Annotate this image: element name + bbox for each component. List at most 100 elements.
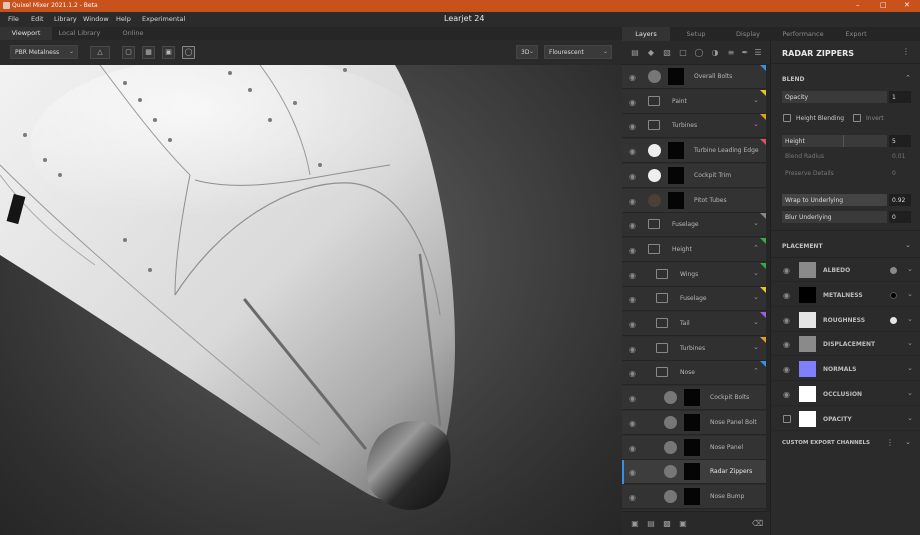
chevron-down-icon[interactable]: ⌄ [907,414,913,422]
add-layer-icon[interactable]: ▤ [630,48,640,58]
visibility-eye-icon[interactable]: ◉ [629,73,636,82]
menu-file[interactable]: File [8,15,19,23]
visibility-eye-icon[interactable]: ◉ [629,444,636,453]
mask-thumbnail[interactable] [668,166,684,184]
visibility-eye-icon[interactable]: ◉ [629,122,636,131]
layer-row[interactable]: ◉ Radar Zippers [622,460,766,485]
tab-setup[interactable]: Setup [670,27,722,41]
opacity-value[interactable]: 1 [889,91,911,103]
layer-row[interactable]: ◉ Nose Panel Bolt [622,410,766,435]
tab-viewport[interactable]: Viewport [0,27,52,40]
material-thumbnail[interactable] [648,193,661,207]
layer-row[interactable]: ◉ Nose Bump [622,484,766,509]
minimize-icon[interactable]: – [856,1,860,9]
channel-row-roughness[interactable]: ◉ ROUGHNESS ⌄ [771,308,920,332]
stack-icon[interactable]: ☰ [753,48,763,58]
tab-performance[interactable]: Performance [774,27,832,41]
channel-row-metalness[interactable]: ◉ METALNESS ⌄ [771,283,920,307]
more-options-icon[interactable]: ⋮ [902,47,910,56]
material-thumbnail[interactable] [664,391,677,405]
height-value[interactable]: 5 [889,135,911,147]
channel-swatch[interactable] [799,311,816,328]
chevron-down-icon[interactable]: ⌄ [907,339,913,347]
view-mode-dropdown[interactable]: 3D ⌄ [516,45,538,59]
tab-display[interactable]: Display [722,27,774,41]
visibility-eye-icon[interactable]: ◉ [629,369,636,378]
material-thumbnail[interactable] [664,465,677,479]
close-icon[interactable]: ✕ [904,1,910,9]
mask-thumbnail[interactable] [668,68,684,85]
visibility-eye-icon[interactable]: ◉ [629,172,636,181]
chevron-down-icon[interactable]: ⌄ [907,265,913,273]
blur-underlying-slider[interactable]: Blur Underlying [782,211,887,223]
mask-thumbnail[interactable] [668,142,684,160]
visibility-eye-icon[interactable]: ◉ [629,468,636,477]
height-blending-checkbox[interactable] [783,114,791,122]
lighting-dropdown[interactable]: Flourescent ⌄ [544,45,612,59]
solid-layer-icon[interactable]: □ [678,48,688,58]
maximize-icon[interactable]: □ [880,1,887,9]
fill-icon[interactable]: ◯ [694,48,704,58]
channel-color-dot[interactable] [890,316,897,324]
menu-library[interactable]: Library [54,15,77,23]
visibility-eye-icon[interactable]: ◉ [629,394,636,403]
adjustments-icon[interactable]: ≡ [726,48,736,58]
visibility-eye-icon[interactable]: ◉ [629,345,636,354]
paint-layer-icon[interactable]: ▧ [662,48,672,58]
chevron-down-icon[interactable]: ⌄ [753,96,759,104]
material-thumbnail[interactable] [664,415,677,429]
channel-row-albedo[interactable]: ◉ ALBEDO ⌄ [771,258,920,282]
3d-viewport[interactable] [0,65,622,535]
grid-icon[interactable]: ▦ [142,46,155,59]
visibility-eye-icon[interactable]: ◉ [783,390,790,399]
menu-help[interactable]: Help [116,15,131,23]
chevron-down-icon[interactable]: ⌄ [753,343,759,351]
layer-row[interactable]: ◉ Nose Panel [622,435,766,460]
layer-row[interactable]: ◉ Turbine Leading Edge [622,139,766,164]
menu-experimental[interactable]: Experimental [142,15,185,23]
layer-folder-row[interactable]: ◉ Height ⌃ [622,237,766,262]
menu-window[interactable]: Window [83,15,109,23]
tab-export[interactable]: Export [832,27,880,41]
visibility-eye-icon[interactable]: ◉ [629,271,636,280]
layer-folder-row[interactable]: ◉ Fuselage ⌄ [622,287,766,312]
channel-row-opacity[interactable]: OPACITY ⌄ [771,407,920,431]
chevron-down-icon[interactable]: ⌄ [753,318,759,326]
visibility-eye-icon[interactable]: ◉ [629,246,636,255]
more-options-icon[interactable]: ⋮ [886,438,894,447]
visibility-eye-icon[interactable]: ◉ [629,197,636,206]
channel-swatch[interactable] [799,361,816,378]
wrap-value[interactable]: 0.92 [889,194,911,206]
visibility-eye-icon[interactable]: ◉ [783,316,790,325]
trash-icon[interactable]: ⌫ [752,519,763,529]
wrap-to-underlying-slider[interactable]: Wrap to Underlying [782,194,887,206]
height-slider[interactable]: Height [782,135,887,147]
transform-tool-button[interactable]: △ [90,46,110,59]
channel-color-dot[interactable] [890,267,897,274]
add-icon[interactable]: ▣ [630,519,640,529]
visibility-eye-icon[interactable]: ◉ [629,295,636,304]
wireframe-icon[interactable]: ▣ [162,46,175,59]
visibility-eye-icon[interactable]: ◉ [629,419,636,428]
blur-value[interactable]: 0 [889,211,911,223]
channel-row-normals[interactable]: ◉ NORMALS ⌄ [771,357,920,382]
material-thumbnail[interactable] [664,489,677,503]
chevron-down-icon[interactable]: ⌄ [907,364,913,372]
material-thumbnail[interactable] [664,440,677,454]
layer-row[interactable]: ◉ Cockpit Trim [622,163,766,188]
mask-thumbnail[interactable] [684,389,700,407]
visibility-eye-icon[interactable]: ◉ [783,365,790,374]
opacity-field[interactable]: Opacity [782,91,887,103]
channel-swatch[interactable] [799,410,816,427]
visibility-eye-icon[interactable]: ◉ [629,320,636,329]
mask-thumbnail[interactable] [684,438,700,456]
material-mode-dropdown[interactable]: PBR Metalness ⌄ [10,45,78,59]
mask-thumbnail[interactable] [684,463,700,481]
material-thumbnail[interactable] [648,70,661,83]
material-thumbnail[interactable] [648,144,661,158]
layer-row[interactable]: ◉ Overall Bolts [622,65,766,89]
chevron-up-icon[interactable]: ⌃ [753,367,759,375]
visibility-eye-icon[interactable]: ◉ [629,221,636,230]
channel-color-dot[interactable] [890,291,897,299]
mask-thumbnail[interactable] [684,487,700,505]
